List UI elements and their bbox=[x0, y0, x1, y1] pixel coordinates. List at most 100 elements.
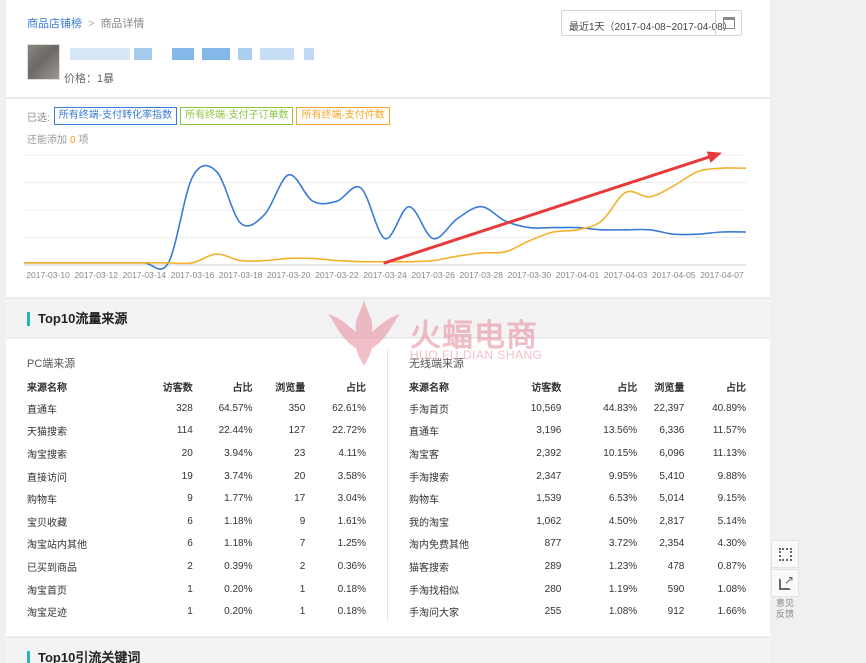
table-row[interactable]: 手淘首页 10,569 44.83% 22,397 40.89% bbox=[409, 397, 746, 420]
feedback-button[interactable]: 意见 反馈 bbox=[771, 598, 799, 620]
value-cell: 3.04% bbox=[337, 493, 366, 505]
table-row[interactable]: 淘宝首页 1 0.20% 1 0.18% bbox=[27, 578, 366, 601]
table-row[interactable]: 直通车 328 64.57% 350 62.61% bbox=[27, 397, 366, 420]
date-range-label: 最近1天（2017-04-08~2017-04-08） bbox=[569, 22, 733, 33]
product-header: 商品店铺榜 > 商品详情 最近1天（2017-04-08~2017-04-08） 价… bbox=[6, 0, 770, 98]
qrcode-icon bbox=[779, 548, 792, 561]
mobile-header-2: 占比 bbox=[617, 382, 638, 394]
value-cell: 1 bbox=[299, 606, 306, 618]
table-row[interactable]: 手淘问大家 255 1.08% 912 1.66% bbox=[409, 600, 746, 623]
x-tick-label: 2017-04-01 bbox=[556, 270, 600, 280]
value-cell: 19 bbox=[181, 470, 193, 482]
value-cell: 2 bbox=[299, 560, 306, 572]
table-row[interactable]: 淘宝足迹 1 0.20% 1 0.18% bbox=[27, 600, 366, 623]
value-cell: 22.44% bbox=[218, 425, 253, 437]
share-button[interactable]: ↗ bbox=[771, 569, 799, 597]
redacted-block bbox=[304, 48, 314, 60]
value-cell: 10,569 bbox=[530, 402, 562, 414]
pc-header-3: 浏览量 bbox=[275, 382, 306, 394]
qrcode-button[interactable] bbox=[771, 540, 799, 568]
value-cell: 0.20% bbox=[224, 583, 253, 595]
value-cell: 22.72% bbox=[332, 425, 366, 437]
price-suffix: 暴 bbox=[103, 73, 115, 85]
source-name-cell: 手淘找相似 bbox=[409, 585, 459, 597]
source-name-cell: 已买到商品 bbox=[27, 562, 77, 574]
mobile-header-4: 占比 bbox=[726, 382, 746, 394]
table-row[interactable]: 手淘找相似 280 1.19% 590 1.08% bbox=[409, 578, 746, 601]
table-row[interactable]: 猫客搜索 289 1.23% 478 0.87% bbox=[409, 555, 746, 578]
x-tick-label: 2017-03-10 bbox=[26, 270, 70, 280]
breadcrumb-link-shop-rank[interactable]: 商品店铺榜 bbox=[27, 18, 82, 30]
table-row[interactable]: 购物车 9 1.77% 17 3.04% bbox=[27, 487, 366, 510]
source-name-cell: 淘宝客 bbox=[409, 449, 439, 461]
x-tick-label: 2017-03-30 bbox=[508, 270, 552, 280]
value-cell: 1.08% bbox=[608, 606, 638, 618]
table-row[interactable]: 购物车 1,539 6.53% 5,014 9.15% bbox=[409, 487, 746, 510]
table-row[interactable]: 淘宝搜索 20 3.94% 23 4.11% bbox=[27, 442, 366, 465]
table-row[interactable]: 淘内免费其他 877 3.72% 2,354 4.30% bbox=[409, 533, 746, 556]
calendar-icon[interactable] bbox=[715, 11, 741, 35]
table-row[interactable]: 手淘搜索 2,347 9.95% 5,410 9.88% bbox=[409, 465, 746, 488]
trend-line-chart: 2017-03-10 2017-03-12 2017-03-14 2017-03-16… bbox=[24, 151, 747, 280]
pc-header-4: 占比 bbox=[346, 382, 366, 394]
value-cell: 20 bbox=[181, 447, 193, 459]
date-range-picker[interactable]: 最近1天（2017-04-08~2017-04-08） bbox=[561, 10, 742, 36]
value-cell: 3,196 bbox=[536, 425, 562, 437]
table-row[interactable]: 直通车 3,196 13.56% 6,336 11.57% bbox=[409, 420, 746, 443]
breadcrumb-current: 商品详情 bbox=[100, 18, 145, 30]
value-cell: 3.74% bbox=[224, 470, 253, 482]
source-name-cell: 猫客搜索 bbox=[409, 562, 449, 574]
redacted-product-title bbox=[70, 48, 130, 60]
value-cell: 44.83% bbox=[603, 402, 638, 414]
metric-tag-suborders[interactable]: 所有终端-支付子订单数 bbox=[180, 107, 294, 125]
value-cell: 9 bbox=[299, 515, 306, 527]
breadcrumb: 商品店铺榜 > 商品详情 bbox=[27, 15, 144, 31]
value-cell: 6 bbox=[187, 538, 193, 550]
keywords-section-title: Top10引流关键词 bbox=[27, 651, 140, 663]
price-label: 价格： bbox=[64, 73, 97, 85]
value-cell: 5.14% bbox=[717, 515, 746, 527]
source-name-cell: 直通车 bbox=[27, 404, 57, 416]
value-cell: 289 bbox=[544, 560, 562, 572]
x-tick-label: 2017-04-05 bbox=[652, 270, 696, 280]
value-cell: 10.15% bbox=[603, 447, 638, 459]
table-row[interactable]: 天猫搜索 114 22.44% 127 22.72% bbox=[27, 420, 366, 443]
source-name-cell: 购物车 bbox=[27, 495, 57, 507]
product-thumbnail[interactable] bbox=[27, 44, 60, 80]
page: 商品店铺榜 > 商品详情 最近1天（2017-04-08~2017-04-08） 价… bbox=[6, 0, 770, 663]
table-row[interactable]: 已买到商品 2 0.39% 2 0.36% bbox=[27, 555, 366, 578]
x-tick-label: 2017-03-18 bbox=[219, 270, 263, 280]
table-row[interactable]: 宝贝收藏 6 1.18% 9 1.61% bbox=[27, 510, 366, 533]
value-cell: 1 bbox=[187, 606, 193, 618]
value-cell: 877 bbox=[544, 538, 562, 550]
source-name-cell: 淘宝足迹 bbox=[27, 608, 67, 620]
table-row[interactable]: 淘宝客 2,392 10.15% 6,096 11.13% bbox=[409, 442, 746, 465]
value-cell: 40.89% bbox=[712, 402, 746, 414]
value-cell: 1.19% bbox=[608, 583, 638, 595]
metric-tag-conversion[interactable]: 所有终端-支付转化率指数 bbox=[53, 107, 178, 125]
source-name-cell: 手淘问大家 bbox=[409, 608, 459, 620]
x-tick-label: 2017-03-24 bbox=[363, 270, 407, 280]
metric-tag-items[interactable]: 所有终端-支付件数 bbox=[296, 107, 390, 125]
source-name-cell: 淘宝首页 bbox=[27, 585, 67, 597]
x-tick-label: 2017-03-28 bbox=[460, 270, 504, 280]
table-row[interactable]: 直接访问 19 3.74% 20 3.58% bbox=[27, 465, 366, 488]
value-cell: 0.20% bbox=[224, 606, 253, 618]
value-cell: 1.08% bbox=[717, 583, 746, 595]
value-cell: 4.50% bbox=[608, 515, 638, 527]
value-cell: 20 bbox=[294, 470, 306, 482]
redacted-block bbox=[172, 48, 194, 60]
table-row[interactable]: 淘宝站内其他 6 1.18% 7 1.25% bbox=[27, 533, 366, 556]
value-cell: 2,347 bbox=[536, 470, 562, 482]
source-name-cell: 淘内免费其他 bbox=[409, 540, 469, 552]
source-name-cell: 直通车 bbox=[409, 427, 439, 439]
value-cell: 1.18% bbox=[224, 515, 253, 527]
source-name-cell: 淘宝站内其他 bbox=[27, 540, 87, 552]
table-header-row: 来源名称 访客数 占比 浏览量 占比 bbox=[409, 375, 746, 397]
source-name-cell: 手淘搜索 bbox=[409, 472, 449, 484]
table-row[interactable]: 我的淘宝 1,062 4.50% 2,817 5.14% bbox=[409, 510, 746, 533]
source-name-cell: 宝贝收藏 bbox=[27, 517, 67, 529]
redacted-block bbox=[202, 48, 230, 60]
value-cell: 1 bbox=[299, 583, 306, 595]
value-cell: 1.18% bbox=[224, 538, 253, 550]
